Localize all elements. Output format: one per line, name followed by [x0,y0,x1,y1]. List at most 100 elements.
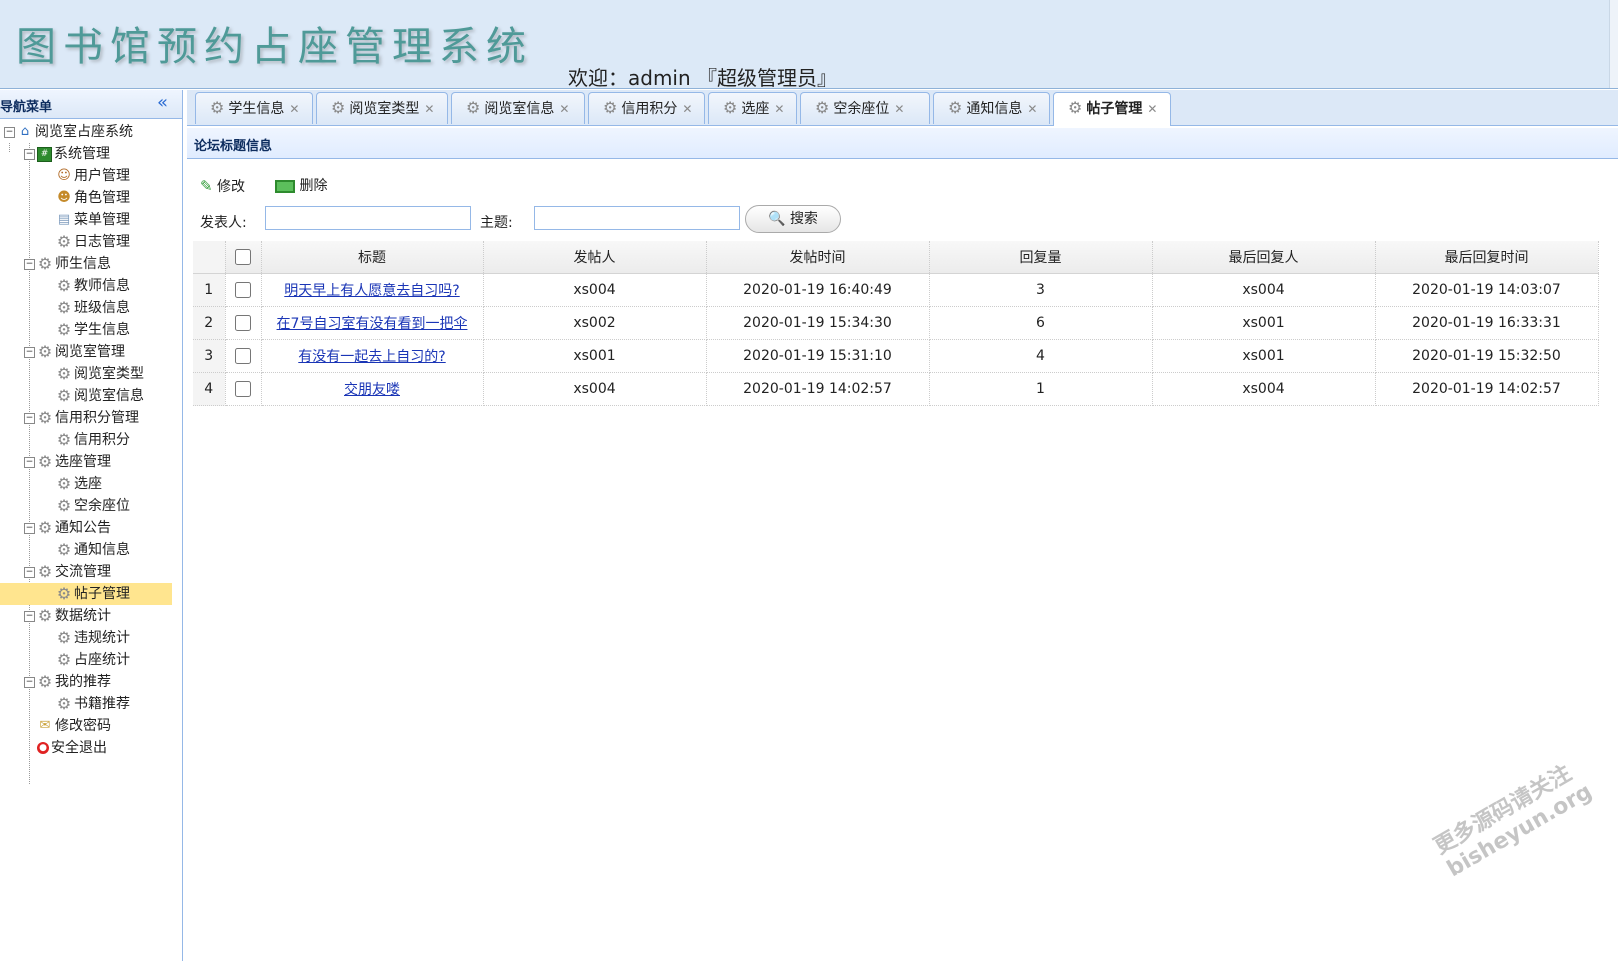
user-icon: ☺ [57,168,71,183]
close-icon[interactable]: ✕ [1027,94,1037,124]
close-icon[interactable]: ✕ [289,94,299,124]
nav-item-12[interactable]: ⚙ 阅览室类型 [44,363,144,385]
column-header-time[interactable]: 发帖时间 [706,241,930,274]
tab-6[interactable]: ⚙ 空余座位 ✕ [800,92,930,124]
gear-icon: ⚙ [56,298,72,317]
collapse-toggle-icon[interactable]: − [24,346,35,358]
table-row[interactable]: 4 交朋友喽 xs004 2020-01-19 14:02:57 1 xs004… [193,372,1599,406]
post-title-cell: 有没有一起去上自习的? [261,339,484,373]
collapse-toggle-icon[interactable]: − [24,148,35,160]
row-select-cell [225,306,262,340]
collapse-toggle-icon[interactable]: − [24,566,35,578]
delete-button[interactable]: 删除 [275,174,327,198]
gear-icon: ⚙ [56,540,72,559]
close-icon[interactable]: ✕ [1147,94,1157,124]
nav-item-14[interactable]: − ⚙ 信用积分管理 [24,407,139,429]
nav-item-19[interactable]: − ⚙ 通知公告 [24,517,111,539]
nav-item-3[interactable]: ☺ 用户管理 [44,165,130,187]
nav-item-1[interactable]: − ⌂ 阅览室占座系统 [4,121,133,143]
nav-item-10[interactable]: ⚙ 学生信息 [44,319,130,341]
row-checkbox[interactable] [235,315,251,331]
collapse-toggle-icon[interactable]: − [24,676,35,688]
author-filter-label: 发表人: [200,215,247,231]
nav-item-4[interactable]: ☻ 角色管理 [44,187,130,209]
tab-7[interactable]: ⚙ 通知信息 ✕ [933,92,1050,124]
grid-header-row: 标题 发帖人 发帖时间 回复量 最后回复人 最后回复时间 [193,241,1599,274]
search-button[interactable]: 🔍 搜索 [745,205,841,233]
column-header-replies[interactable]: 回复量 [929,241,1153,274]
tab-8[interactable]: ⚙ 帖子管理 ✕ [1053,92,1171,126]
nav-item-27[interactable]: ⚙ 书籍推荐 [44,693,130,715]
post-replies: 1 [929,372,1153,406]
collapse-toggle-icon[interactable]: − [24,412,35,424]
table-row[interactable]: 1 明天早上有人愿意去自习吗? xs004 2020-01-19 16:40:4… [193,273,1599,307]
subject-filter-input[interactable] [534,206,740,230]
double-chevron-left-icon[interactable]: « [157,92,168,113]
post-title-link[interactable]: 交朋友喽 [344,382,400,398]
post-title-link[interactable]: 在7号自习室有没有看到一把伞 [277,316,468,332]
nav-item-28[interactable]: ✉ 修改密码 [24,715,111,737]
close-icon[interactable]: ✕ [559,94,569,124]
close-icon[interactable]: ✕ [682,94,692,124]
nav-item-15[interactable]: ⚙ 信用积分 [44,429,130,451]
nav-item-25[interactable]: ⚙ 占座统计 [44,649,130,671]
nav-item-18[interactable]: ⚙ 空余座位 [44,495,130,517]
close-icon[interactable]: ✕ [424,94,434,124]
post-last-time: 2020-01-19 14:02:57 [1375,372,1599,406]
post-last-replier: xs004 [1152,273,1376,307]
table-row[interactable]: 2 在7号自习室有没有看到一把伞 xs002 2020-01-19 15:34:… [193,306,1599,340]
gear-icon: ⚙ [37,606,53,625]
tab-4[interactable]: ⚙ 信用积分 ✕ [588,92,705,124]
collapse-toggle-icon[interactable]: − [24,456,35,468]
post-title-link[interactable]: 明天早上有人愿意去自习吗? [284,283,459,299]
author-filter-input[interactable] [265,206,471,230]
row-number: 2 [193,306,226,340]
close-icon[interactable]: ✕ [894,94,904,124]
tab-1[interactable]: ⚙ 学生信息 ✕ [195,92,313,124]
column-header-title[interactable]: 标题 [261,241,484,274]
nav-item-16[interactable]: − ⚙ 选座管理 [24,451,111,473]
tab-2[interactable]: ⚙ 阅览室类型 ✕ [316,92,448,124]
column-header-last-time[interactable]: 最后回复时间 [1375,241,1599,274]
select-all-checkbox[interactable] [235,249,251,265]
post-title-link[interactable]: 有没有一起去上自习的? [298,349,445,365]
gear-icon: ⚙ [331,98,346,117]
nav-item-20[interactable]: ⚙ 通知信息 [44,539,130,561]
column-header-author[interactable]: 发帖人 [483,241,707,274]
nav-item-7[interactable]: − ⚙ 师生信息 [24,253,111,275]
nav-item-24[interactable]: ⚙ 违规统计 [44,627,130,649]
collapse-toggle-icon[interactable]: − [24,610,35,622]
row-checkbox[interactable] [235,381,251,397]
nav-item-17[interactable]: ⚙ 选座 [44,473,102,495]
post-replies: 4 [929,339,1153,373]
nav-item-23[interactable]: − ⚙ 数据统计 [24,605,111,627]
collapse-toggle-icon[interactable]: − [4,126,15,138]
collapse-toggle-icon[interactable]: − [24,522,35,534]
column-header-last-replier[interactable]: 最后回复人 [1152,241,1376,274]
nav-item-22[interactable]: ⚙ 帖子管理 [44,583,130,605]
pencil-icon: ✎ [200,177,213,195]
nav-item-13[interactable]: ⚙ 阅览室信息 [44,385,144,407]
nav-item-29[interactable]: ● 安全退出 [24,737,107,759]
tab-5[interactable]: ⚙ 选座 ✕ [708,92,797,124]
nav-item-6[interactable]: ⚙ 日志管理 [44,231,130,253]
nav-item-8[interactable]: ⚙ 教师信息 [44,275,130,297]
nav-item-26[interactable]: − ⚙ 我的推荐 [24,671,111,693]
tab-3[interactable]: ⚙ 阅览室信息 ✕ [451,92,585,124]
header-scrollbar[interactable] [1609,0,1618,88]
table-row[interactable]: 3 有没有一起去上自习的? xs001 2020-01-19 15:31:10 … [193,339,1599,373]
row-checkbox[interactable] [235,282,251,298]
close-icon[interactable]: ✕ [774,94,784,124]
collapse-toggle-icon[interactable]: − [24,258,35,270]
nav-item-21[interactable]: − ⚙ 交流管理 [24,561,111,583]
gear-icon: ⚙ [56,650,72,669]
nav-item-5[interactable]: ▤ 菜单管理 [44,209,130,231]
row-checkbox[interactable] [235,348,251,364]
nav-item-2[interactable]: − # 系统管理 [24,143,110,165]
edit-button[interactable]: ✎ 修改 [200,174,245,198]
gear-icon: ⚙ [56,496,72,515]
nav-item-9[interactable]: ⚙ 班级信息 [44,297,130,319]
nav-item-label: 阅览室管理 [55,344,125,360]
select-all-cell [225,241,262,274]
nav-item-11[interactable]: − ⚙ 阅览室管理 [24,341,125,363]
